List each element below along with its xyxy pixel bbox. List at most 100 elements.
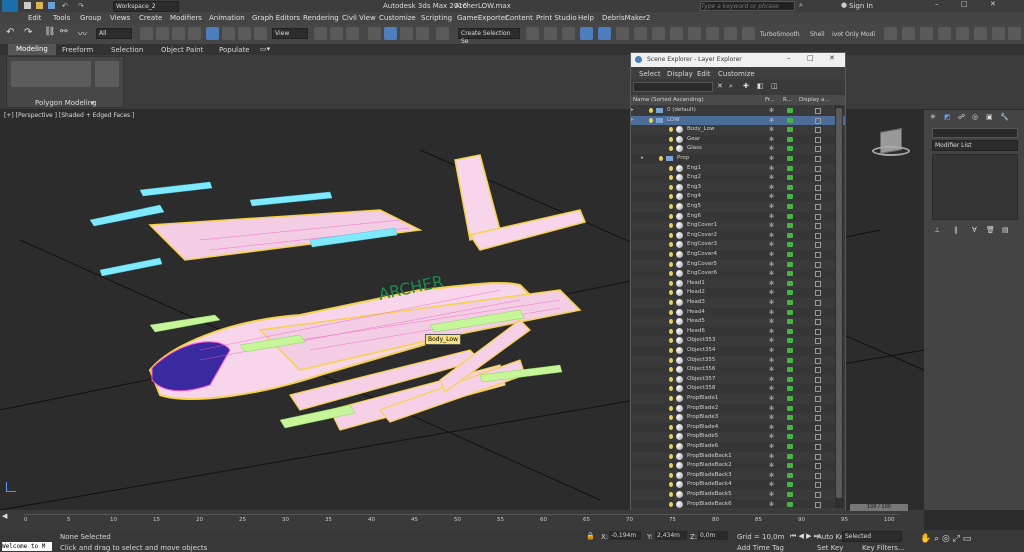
display-box-icon[interactable] [815,348,821,354]
render-teapot-icon[interactable] [787,232,793,238]
menu-item-modifiers[interactable]: Modifiers [170,14,202,22]
minimize-icon[interactable]: – [787,54,791,62]
render-teapot-icon[interactable] [787,472,793,478]
visibility-bulb-icon[interactable] [659,156,663,161]
toggle-scene-explorer-icon[interactable] [562,27,575,40]
freeze-icon[interactable]: ✻ [769,269,774,279]
viewcube-ring-icon[interactable] [872,146,910,156]
list-item[interactable]: Object357 ✻ [631,374,845,385]
render-teapot-icon[interactable] [787,396,793,401]
visibility-bulb-icon[interactable] [669,261,673,267]
render-teapot-icon[interactable] [787,492,793,497]
render-teapot-icon[interactable] [787,165,793,171]
maximize-icon[interactable]: □ [961,0,968,8]
list-item[interactable]: EngCover3 ✻ [631,240,845,250]
render-teapot-icon[interactable] [787,348,793,353]
add-time-tag-button[interactable]: Add Time Tag [737,544,784,552]
tab-freeform[interactable]: Freeform [62,46,93,54]
freeze-icon[interactable]: ✻ [769,298,774,308]
visibility-bulb-icon[interactable] [669,444,673,449]
scene-explorer-window[interactable]: Scene Explorer - Layer Explorer – □ ✕ Se… [630,52,846,520]
display-box-icon[interactable] [815,309,821,316]
visibility-bulb-icon[interactable] [669,463,673,469]
display-box-icon[interactable] [815,300,821,306]
render-teapot-icon[interactable] [787,184,793,190]
list-item[interactable]: Head2 ✻ [631,288,845,298]
menu-item-create[interactable]: Create [139,14,162,22]
render-teapot-icon[interactable] [787,357,793,363]
new-file-icon[interactable] [24,2,31,9]
display-box-icon[interactable] [815,357,821,364]
spinner-snap-icon[interactable] [416,27,429,40]
render-teapot-icon[interactable] [787,367,793,373]
visibility-bulb-icon[interactable] [669,165,673,171]
column-render[interactable]: R... [783,95,792,105]
render-iterative-icon[interactable] [724,27,737,40]
extra-tool-2-icon[interactable] [902,27,915,40]
freeze-icon[interactable]: ✻ [769,154,774,164]
freeze-icon[interactable]: ✻ [769,279,774,289]
mirror-icon[interactable] [526,27,539,40]
menu-item-help[interactable]: Help [578,14,594,22]
menu-item-group[interactable]: Group [80,14,101,22]
rect-region-icon[interactable] [172,27,185,40]
render-production-icon[interactable] [706,27,719,40]
list-item[interactable]: Head3 ✻ [631,298,845,308]
display-box-icon[interactable] [815,184,821,191]
list-item[interactable]: Object354 ✻ [631,346,845,356]
rotate-icon[interactable] [222,27,235,40]
display-box-icon[interactable] [815,108,821,114]
display-box-icon[interactable] [815,252,821,258]
turbosmooth-button[interactable]: TurboSmooth [760,31,800,38]
freeze-icon[interactable]: ✻ [769,452,774,462]
display-box-icon[interactable] [815,367,821,374]
expand-arrow-icon[interactable]: ▸ [631,106,634,116]
freeze-icon[interactable]: ✻ [769,404,774,414]
visibility-bulb-icon[interactable] [669,501,673,507]
selection-set-dropdown[interactable]: Create Selection Se [458,28,520,45]
display-box-icon[interactable] [815,136,821,143]
list-item[interactable]: Eng2 ✻ [631,173,845,183]
display-box-icon[interactable] [815,194,821,201]
angle-snap-icon[interactable] [384,27,397,40]
menu-item-content[interactable]: Content [505,14,533,22]
freeze-icon[interactable]: ✻ [769,461,774,471]
menu-item-scripting[interactable]: Scripting [421,14,452,22]
layer-explorer-icon[interactable] [580,27,593,40]
visibility-bulb-icon[interactable] [669,348,673,353]
freeze-icon[interactable]: ✻ [769,327,774,337]
menu-item-graph-editors[interactable]: Graph Editors [252,14,300,22]
menu-item-display[interactable]: Display [667,70,693,78]
list-item[interactable]: ▸ LOW ✻ [631,115,845,126]
list-item[interactable]: Eng4 ✻ [631,192,845,202]
visibility-bulb-icon[interactable] [669,280,673,286]
render-teapot-icon[interactable] [787,252,793,257]
move-icon[interactable] [206,27,219,40]
selection-filter-dropdown[interactable]: All [96,28,132,39]
visibility-bulb-icon[interactable] [669,290,673,296]
display-box-icon[interactable] [815,117,821,124]
visibility-bulb-icon[interactable] [669,300,673,305]
list-item[interactable]: ▸ Prop ✻ [631,154,845,164]
utilities-tab-icon[interactable]: 🔧 [1000,113,1009,121]
find-icon[interactable]: ⌕ [729,82,733,91]
display-box-icon[interactable] [815,319,821,326]
render-teapot-icon[interactable] [787,376,793,382]
pin-stack-icon[interactable]: ⊥ [934,226,940,234]
extra-tool-8-icon[interactable] [1008,27,1021,40]
pivot-center-icon[interactable] [314,27,327,40]
close-icon[interactable]: ✕ [829,54,835,62]
scene-explorer-titlebar[interactable]: Scene Explorer - Layer Explorer – □ ✕ [631,53,845,67]
menu-item-views[interactable]: Views [110,14,130,22]
render-setup-icon[interactable] [670,27,683,40]
maxscript-listener[interactable]: Welcome to M [2,542,52,551]
display-box-icon[interactable] [815,232,821,239]
motion-tab-icon[interactable]: ◎ [972,113,978,121]
visibility-bulb-icon[interactable] [649,117,653,123]
menu-item-customize[interactable]: Customize [379,14,416,22]
menu-item-customize[interactable]: Customize [718,70,755,78]
visibility-bulb-icon[interactable] [669,309,673,315]
redo-icon[interactable]: ↷ [78,2,84,10]
freeze-icon[interactable]: ✻ [769,490,774,500]
curve-editor-icon[interactable] [616,27,629,40]
